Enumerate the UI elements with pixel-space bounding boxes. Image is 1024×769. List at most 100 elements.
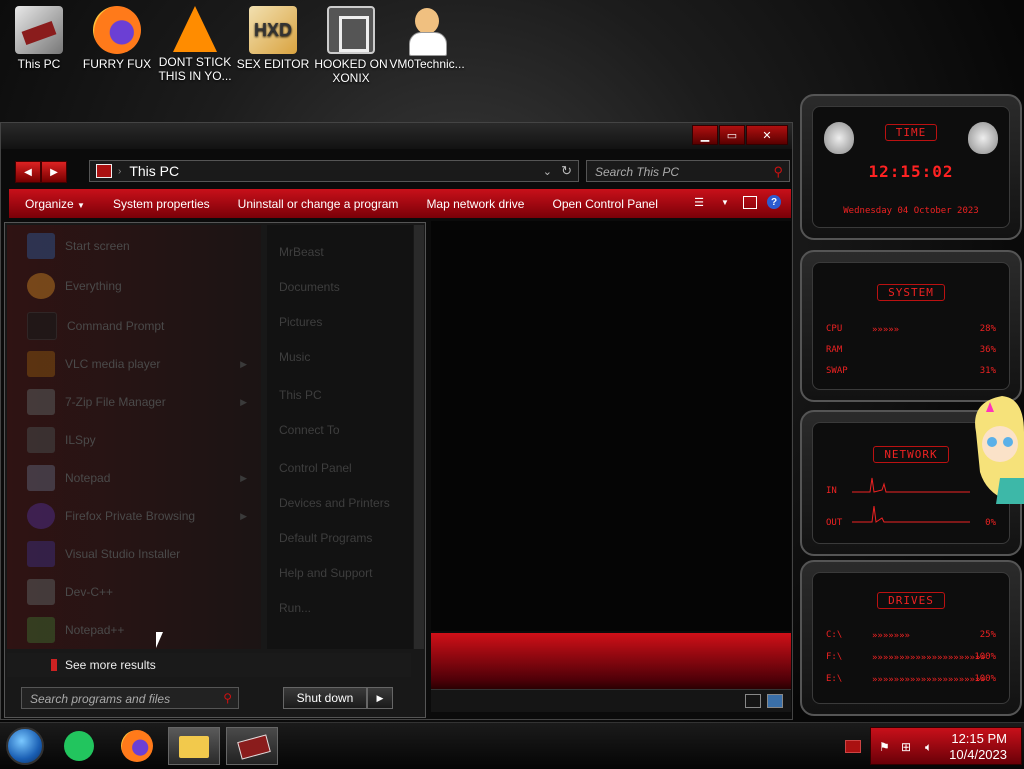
row-value: 100% (974, 652, 996, 662)
row-value: 31% (979, 366, 996, 376)
refresh-icon[interactable]: ↻ (561, 163, 572, 179)
program-label: VLC media player (65, 357, 161, 371)
volume-icon[interactable]: 🔈︎ (925, 740, 932, 755)
address-text: This PC (129, 163, 180, 179)
desktop-icon-sex-editor[interactable]: HXD SEX EDITOR (235, 6, 311, 71)
map-network-drive-button[interactable]: Map network drive (412, 197, 538, 211)
network-out-graph (852, 505, 970, 523)
minimize-button[interactable]: ▁ (692, 125, 718, 145)
program-7zip[interactable]: 7-Zip File Manager ▶ (27, 387, 247, 417)
place-item[interactable]: MrBeast (279, 245, 324, 259)
gadget-title: SYSTEM (802, 284, 1020, 301)
see-more-results-link[interactable]: See more results (7, 653, 411, 677)
place-item[interactable]: This PC (279, 388, 322, 402)
gadget-title-text: NETWORK (873, 446, 949, 463)
organize-label: Organize (25, 196, 74, 211)
program-dev-cpp[interactable]: Dev-C++ (27, 577, 247, 607)
large-icons-view-icon[interactable] (767, 694, 783, 708)
system-tray: ⚑ ⊞ 🔈︎ 12:15 PM 10/4/2023 (870, 727, 1022, 765)
start-orb-button[interactable] (6, 727, 44, 765)
desktop-icon-label: VM0Technic... (389, 57, 465, 71)
maximize-button[interactable]: ▭ (719, 125, 745, 145)
program-label: Visual Studio Installer (65, 547, 181, 561)
program-start-screen[interactable]: Start screen (27, 231, 247, 261)
program-label: Everything (65, 279, 122, 293)
uninstall-program-button[interactable]: Uninstall or change a program (224, 197, 413, 211)
place-item[interactable]: Music (279, 350, 310, 364)
search-icon[interactable]: ⚲ (773, 164, 783, 180)
chevron-down-icon: ▼ (77, 200, 85, 210)
shutdown-options-button[interactable]: ▶ (367, 687, 393, 709)
view-dropdown-icon[interactable]: ▼ (717, 195, 733, 209)
shutdown-button[interactable]: Shut down (283, 687, 367, 709)
row-value: 28% (979, 324, 996, 334)
computer-icon (15, 6, 63, 54)
row-value: 25% (979, 630, 996, 640)
network-icon[interactable]: ⊞ (901, 740, 911, 754)
hidden-tray-icon[interactable] (845, 740, 861, 753)
close-button[interactable]: ✕ (746, 125, 788, 145)
window-title-bar[interactable] (1, 123, 792, 149)
open-control-panel-button[interactable]: Open Control Panel (538, 197, 671, 211)
program-everything[interactable]: Everything (27, 271, 247, 301)
start-menu-scrollbar[interactable] (414, 225, 424, 649)
taskbar-app-this-pc[interactable] (226, 727, 278, 765)
system-gadget: SYSTEM CPU »»»»» 28% RAM 36% SWAP 31% (800, 250, 1022, 402)
program-command-prompt[interactable]: Command Prompt (27, 311, 247, 341)
place-item[interactable]: Run... (279, 601, 311, 615)
system-properties-button[interactable]: System properties (99, 197, 224, 211)
status-bar (431, 689, 791, 712)
forward-button[interactable]: ▶ (41, 161, 67, 183)
address-bar[interactable]: › This PC ⌄ ↻ (89, 160, 579, 182)
tray-clock[interactable]: 12:15 PM 10/4/2023 (949, 731, 1007, 763)
flag-icon[interactable]: ⚑ (879, 740, 890, 754)
firefox-icon (121, 730, 153, 762)
program-notepad-plus-plus[interactable]: Notepad++ (27, 615, 247, 645)
desktop-icon-dont-stick[interactable]: DONT STICK THIS IN YO... (157, 6, 233, 83)
taskbar-app-explorer[interactable] (168, 727, 220, 765)
start-search-placeholder: Search programs and files (30, 692, 171, 706)
program-vs-installer[interactable]: Visual Studio Installer (27, 539, 247, 569)
cpu-bar: »»»»» (872, 325, 900, 335)
swap-row: SWAP 31% (826, 366, 996, 376)
preview-pane-icon[interactable] (743, 195, 757, 209)
file-content-area[interactable] (431, 221, 791, 631)
desktop-icon-hooked-on-xonix[interactable]: HOOKED ON XONIX (313, 6, 389, 85)
taskbar-app-notes[interactable] (52, 727, 104, 765)
submenu-arrow-icon: ▶ (240, 472, 247, 483)
place-item[interactable]: Control Panel (279, 461, 352, 475)
desktop-icon-vm0technic[interactable]: VM0Technic... (389, 6, 465, 71)
program-vlc[interactable]: VLC media player ▶ (27, 349, 247, 379)
taskbar-app-firefox[interactable] (110, 727, 162, 765)
forward-arrow-icon: ▶ (50, 166, 58, 178)
place-item[interactable]: Default Programs (279, 531, 372, 545)
desktop-icon-label: HOOKED ON XONIX (314, 57, 388, 85)
alien-head-icon (968, 122, 998, 154)
place-item[interactable]: Documents (279, 280, 340, 294)
desktop-icon-furry-fux[interactable]: FURRY FUX (79, 6, 155, 71)
place-item[interactable]: Help and Support (279, 566, 372, 580)
details-view-icon[interactable] (745, 694, 761, 708)
desktop-icon-label: DONT STICK THIS IN YO... (158, 55, 232, 83)
program-label: Notepad (65, 471, 111, 485)
program-firefox-private[interactable]: Firefox Private Browsing ▶ (27, 501, 247, 531)
search-icon[interactable]: ⚲ (223, 691, 232, 705)
chevron-down-icon[interactable]: ⌄ (543, 165, 552, 178)
program-ilspy[interactable]: ILSpy (27, 425, 247, 455)
search-input[interactable]: Search This PC ⚲ (586, 160, 790, 182)
organize-button[interactable]: Organize ▼ (9, 197, 99, 211)
program-label: Command Prompt (67, 319, 165, 333)
start-search-input[interactable]: Search programs and files ⚲ (21, 687, 239, 709)
place-item[interactable]: Connect To (279, 423, 340, 437)
back-button[interactable]: ◀ (15, 161, 41, 183)
view-options-icon[interactable]: ☰ (691, 195, 707, 209)
program-notepad[interactable]: Notepad ▶ (27, 463, 247, 493)
help-button[interactable]: ? (767, 195, 781, 209)
desktop-icon-this-pc[interactable]: This PC (1, 6, 77, 71)
back-arrow-icon: ◀ (24, 166, 32, 178)
doctor-avatar-icon (403, 6, 451, 56)
program-label: 7-Zip File Manager (65, 395, 166, 409)
place-item[interactable]: Pictures (279, 315, 322, 329)
place-item[interactable]: Devices and Printers (279, 496, 390, 510)
submenu-arrow-icon: ▶ (240, 510, 247, 521)
